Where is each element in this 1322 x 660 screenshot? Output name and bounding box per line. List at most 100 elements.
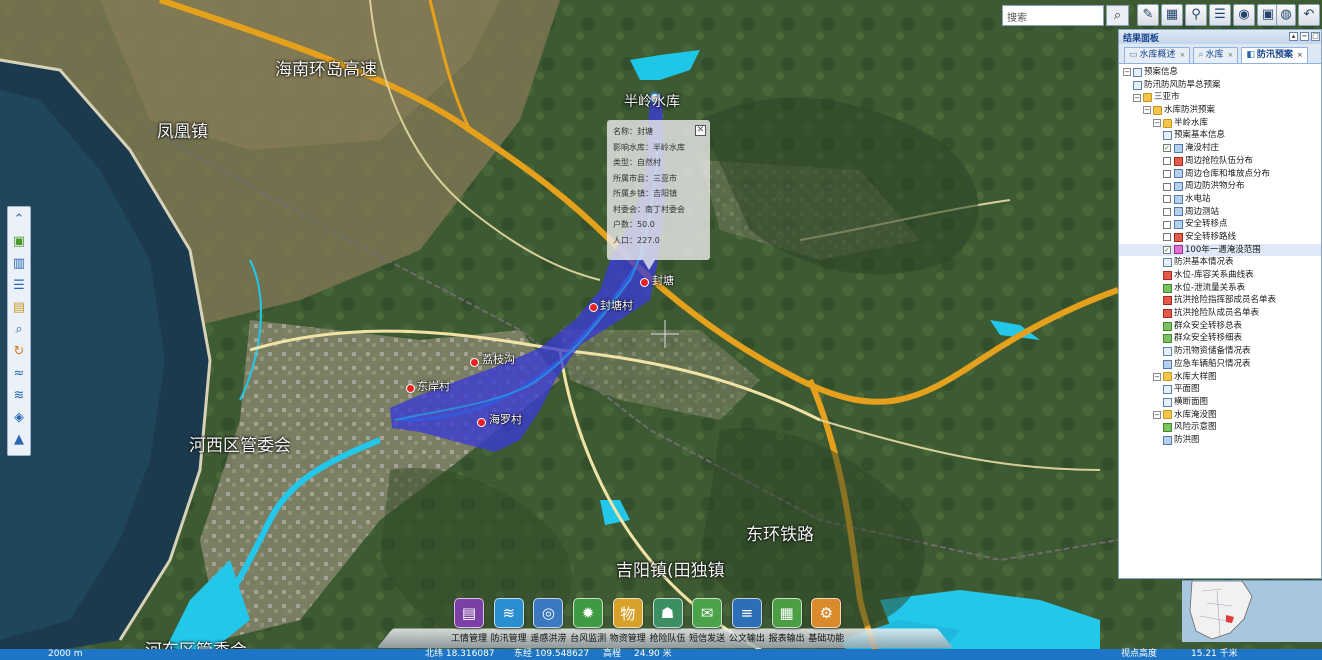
report-icon[interactable]: ▦ bbox=[771, 598, 802, 628]
village-marker-dongancun[interactable] bbox=[406, 384, 415, 393]
panel-maximize-button[interactable]: □ bbox=[1311, 32, 1320, 41]
layer-checkbox[interactable]: ✓ bbox=[1163, 144, 1171, 153]
tree-node[interactable]: 应急车辆船只情况表 bbox=[1119, 358, 1321, 371]
tree-node[interactable]: 群众安全转移总表 bbox=[1119, 320, 1321, 333]
tree-node[interactable]: 水电站 bbox=[1119, 193, 1321, 206]
table-icon[interactable]: ▦ bbox=[1161, 4, 1183, 26]
tree-node[interactable]: 平面图 bbox=[1119, 383, 1321, 396]
layer-checkbox[interactable] bbox=[1163, 207, 1171, 216]
tree-node[interactable]: − 水库防洪预案 bbox=[1119, 104, 1321, 117]
bookmark-icon[interactable]: ▥ bbox=[9, 253, 29, 273]
dock-item[interactable]: 物物资管理 bbox=[607, 598, 649, 644]
dock-item[interactable]: ⚙ 基础功能 bbox=[805, 598, 847, 644]
location-icon[interactable]: ⚲ bbox=[1185, 4, 1207, 26]
close-icon[interactable]: × bbox=[1227, 48, 1233, 63]
refresh-icon[interactable]: ↻ bbox=[9, 341, 29, 361]
measure-icon[interactable]: ▤ bbox=[9, 297, 29, 317]
back-icon[interactable]: ↶ bbox=[1298, 4, 1320, 26]
tree-node[interactable]: 周边仓库和堆放点分布 bbox=[1119, 168, 1321, 181]
dock-item[interactable]: ≋ 防汛管理 bbox=[488, 598, 530, 644]
tree-node[interactable]: 防汛防风防旱总预案 bbox=[1119, 79, 1321, 92]
document-icon[interactable]: ≡ bbox=[731, 598, 762, 628]
tree-node[interactable]: 水位-泄流量关系表 bbox=[1119, 282, 1321, 295]
typhoon-icon[interactable]: ✹ bbox=[573, 598, 604, 628]
satellite-icon[interactable]: ◎ bbox=[533, 598, 564, 628]
search-input[interactable]: 搜索 bbox=[1002, 5, 1104, 26]
layer-icon[interactable]: ▣ bbox=[9, 231, 29, 251]
layer-checkbox[interactable] bbox=[1163, 233, 1171, 242]
tree-expander-icon[interactable]: − bbox=[1133, 93, 1141, 102]
tree-node[interactable]: − 预案信息 bbox=[1119, 66, 1321, 79]
layer-checkbox[interactable] bbox=[1163, 182, 1171, 191]
tree-node[interactable]: 水位-库容关系曲线表 bbox=[1119, 269, 1321, 282]
dock-item[interactable]: ▦ 报表输出 bbox=[766, 598, 808, 644]
tree-node[interactable]: 周边防洪物分布 bbox=[1119, 180, 1321, 193]
dock-item[interactable]: ✹ 台风监测 bbox=[567, 598, 609, 644]
layer-checkbox[interactable] bbox=[1163, 195, 1171, 204]
tree-node[interactable]: 周边测站 bbox=[1119, 206, 1321, 219]
water-icon[interactable]: ≈ bbox=[9, 363, 29, 383]
mail-icon[interactable]: ✉ bbox=[692, 598, 723, 628]
tree-expander-icon[interactable]: − bbox=[1153, 410, 1161, 419]
dock-item[interactable]: ≡ 公文输出 bbox=[726, 598, 768, 644]
tree-node[interactable]: 防洪图 bbox=[1119, 434, 1321, 447]
tab-reservoir-overview[interactable]: ▭ 水库概述 × bbox=[1124, 47, 1191, 63]
tree-node[interactable]: 周边抢险队伍分布 bbox=[1119, 155, 1321, 168]
tree-node[interactable]: ✓ 淹没村庄 bbox=[1119, 142, 1321, 155]
tree-node[interactable]: 风险示意图 bbox=[1119, 421, 1321, 434]
monitor-icon[interactable]: ▤ bbox=[454, 598, 484, 628]
layer-checkbox[interactable] bbox=[1163, 169, 1171, 178]
panel-minimize-button[interactable]: − bbox=[1300, 32, 1309, 41]
edit-icon[interactable]: ✎ bbox=[1137, 4, 1159, 26]
layer-checkbox[interactable] bbox=[1163, 157, 1171, 166]
tree-node[interactable]: 安全转移点 bbox=[1119, 218, 1321, 231]
magnifier-icon[interactable]: ⌕ bbox=[1106, 5, 1129, 26]
dock-item[interactable]: ◎ 遥感洪涝 bbox=[527, 598, 569, 644]
zoom-icon[interactable]: ⌕ bbox=[9, 319, 29, 339]
eye-icon[interactable]: ◉ bbox=[1233, 4, 1255, 26]
tree-expander-icon[interactable]: − bbox=[1123, 68, 1131, 77]
wave-icon[interactable]: ≋ bbox=[493, 598, 524, 628]
tree-node[interactable]: 横断面图 bbox=[1119, 396, 1321, 409]
panel-collapse-button[interactable]: ▴ bbox=[1289, 32, 1298, 41]
tree-node[interactable]: − 水库大样图 bbox=[1119, 371, 1321, 384]
tree-node[interactable]: 安全转移路线 bbox=[1119, 231, 1321, 244]
tab-reservoir[interactable]: ⌕ 水库 × bbox=[1193, 47, 1239, 63]
popup-close-button[interactable]: ✕ bbox=[695, 125, 706, 136]
tree-node[interactable]: − 水库淹没图 bbox=[1119, 409, 1321, 422]
tree-expander-icon[interactable]: − bbox=[1143, 106, 1151, 115]
sea-icon[interactable]: ◈ bbox=[9, 407, 29, 427]
tree-node[interactable]: 防汛物资储备情况表 bbox=[1119, 345, 1321, 358]
tab-flood-plan[interactable]: ◧ 防汛预案 × bbox=[1241, 47, 1308, 63]
tree-node[interactable]: ✓ 100年一遇淹没范围 bbox=[1119, 243, 1321, 257]
village-marker-lizhigou[interactable] bbox=[470, 358, 479, 367]
identify-icon[interactable]: ☰ bbox=[9, 275, 29, 295]
tree-expander-icon[interactable]: − bbox=[1153, 119, 1161, 128]
tree-node[interactable]: 抗洪抢险队成员名单表 bbox=[1119, 307, 1321, 320]
layer-checkbox[interactable] bbox=[1163, 220, 1171, 229]
village-marker-fengtangcun[interactable] bbox=[589, 303, 598, 312]
layer-checkbox[interactable]: ✓ bbox=[1163, 245, 1171, 254]
team-icon[interactable]: ☗ bbox=[652, 598, 683, 628]
village-marker-fengtang[interactable] bbox=[640, 278, 649, 287]
tree-node[interactable]: − 三亚市 bbox=[1119, 91, 1321, 104]
flood-icon[interactable]: ≋ bbox=[9, 385, 29, 405]
wave-warning-icon[interactable]: ▲ bbox=[9, 429, 29, 449]
list-icon[interactable]: ☰ bbox=[1209, 4, 1231, 26]
village-marker-hailuocun[interactable] bbox=[477, 418, 486, 427]
globe-icon[interactable]: ◍ bbox=[1276, 4, 1296, 26]
tree-node[interactable]: 预案基本信息 bbox=[1119, 129, 1321, 142]
close-icon[interactable]: × bbox=[1180, 48, 1186, 63]
base-icon[interactable]: ⚙ bbox=[811, 598, 842, 628]
dock-item[interactable]: ▤ 工情管理 bbox=[448, 598, 490, 644]
dock-item[interactable]: ☗ 抢险队伍 bbox=[647, 598, 689, 644]
collapse-icon[interactable]: ⌃ bbox=[9, 209, 29, 229]
dock-item[interactable]: ✉ 短信发送 bbox=[686, 598, 728, 644]
close-icon[interactable]: × bbox=[1297, 48, 1303, 63]
tree-node[interactable]: − 半岭水库 bbox=[1119, 117, 1321, 130]
tree-node[interactable]: 抗洪抢险指挥部成员名单表 bbox=[1119, 294, 1321, 307]
tree-expander-icon[interactable]: − bbox=[1153, 372, 1161, 381]
overview-minimap[interactable] bbox=[1182, 580, 1322, 642]
tree-node[interactable]: 防洪基本情况表 bbox=[1119, 256, 1321, 269]
tree-node[interactable]: 群众安全转移细表 bbox=[1119, 332, 1321, 345]
